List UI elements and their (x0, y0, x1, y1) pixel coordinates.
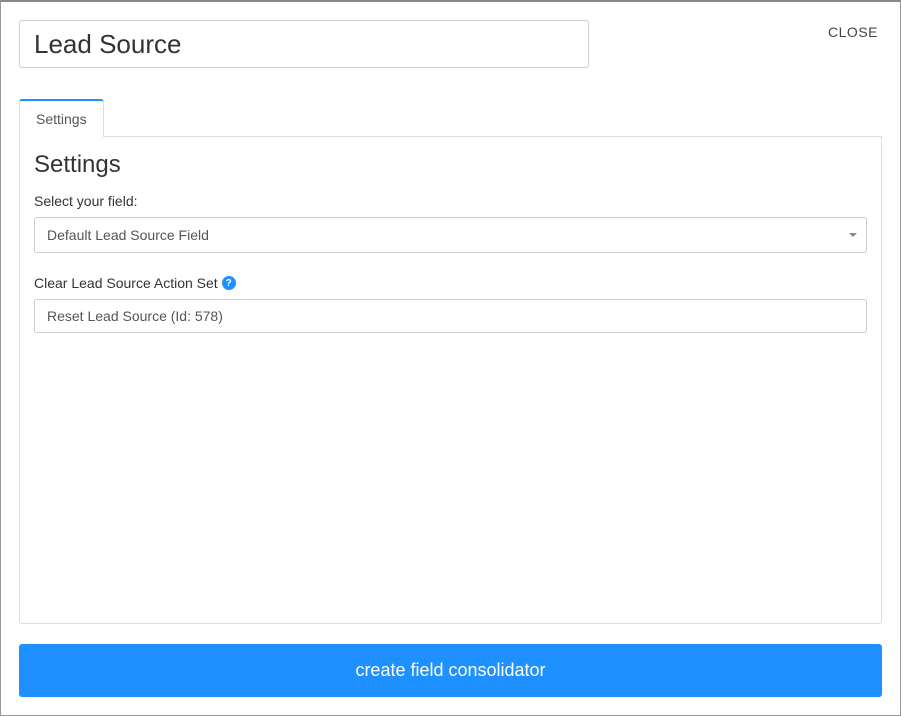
close-button[interactable]: CLOSE (828, 20, 878, 44)
clear-action-label: Clear Lead Source Action Set (34, 275, 218, 291)
tab-settings[interactable]: Settings (19, 99, 104, 137)
footer: create field consolidator (19, 644, 882, 697)
create-field-consolidator-button[interactable]: create field consolidator (19, 644, 882, 697)
settings-panel: Settings Select your field: Default Lead… (19, 137, 882, 624)
field-select[interactable]: Default Lead Source Field (34, 217, 867, 253)
select-field-label: Select your field: (34, 193, 867, 209)
clear-action-label-row: Clear Lead Source Action Set ? (34, 275, 867, 291)
field-select-value: Default Lead Source Field (34, 217, 867, 253)
panel-title: Settings (34, 151, 867, 179)
header-row: CLOSE (19, 20, 882, 68)
modal-container: CLOSE Settings Settings Select your fiel… (1, 2, 900, 715)
help-icon[interactable]: ? (222, 276, 236, 290)
clear-action-input[interactable] (34, 299, 867, 333)
title-input[interactable] (19, 20, 589, 68)
tabs: Settings (19, 98, 882, 137)
